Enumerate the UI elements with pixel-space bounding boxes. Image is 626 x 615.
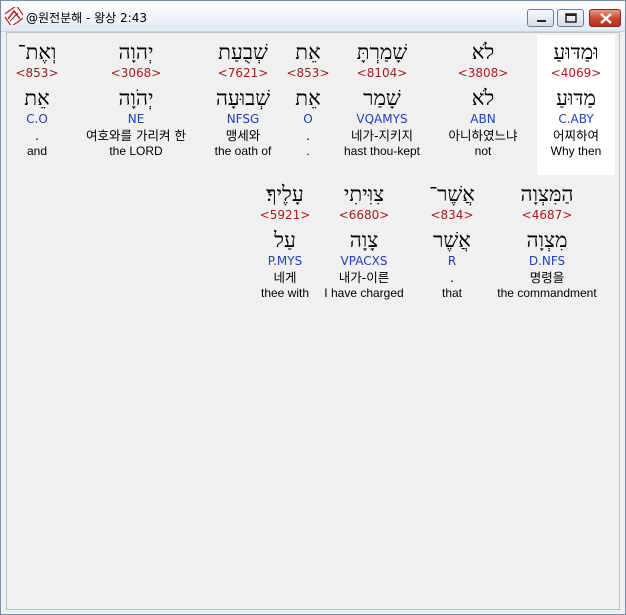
english-gloss: Why then xyxy=(550,144,602,158)
english-gloss: not xyxy=(474,144,492,158)
word-cell[interactable]: וּמַדּוּעַ <4069> מַדּוּעַ C.ABY 어찌하여 Wh… xyxy=(528,39,624,159)
strong-number[interactable]: <3808> xyxy=(435,66,531,81)
morph-code: D.NFS xyxy=(528,254,566,268)
strong-number[interactable]: <7621> xyxy=(195,66,291,81)
korean-gloss: 아니하였느냐 xyxy=(448,128,518,143)
english-gloss: and xyxy=(26,144,48,158)
maximize-button[interactable] xyxy=(557,9,584,27)
lemma: אֵת xyxy=(24,86,50,110)
lemma: שְׁבוּעָה xyxy=(215,86,271,110)
morph-code: R xyxy=(447,254,457,268)
word-cell[interactable]: יְהוָה <3068> יְהֹוָה NE 여호와를 가리켜 한 the … xyxy=(71,39,201,159)
lemma: אֲשֶׁר xyxy=(433,228,471,252)
korean-gloss: 네게 xyxy=(273,270,297,285)
morph-code: ABN xyxy=(470,112,496,126)
minimize-button[interactable] xyxy=(527,9,554,27)
english-gloss: the LORD xyxy=(109,144,163,158)
strong-number[interactable]: <853> xyxy=(7,66,67,81)
morph-code: NE xyxy=(127,112,145,126)
lemma: לֹא xyxy=(471,86,495,110)
lemma: עַל xyxy=(274,228,296,252)
strong-number[interactable]: <4687> xyxy=(486,208,608,223)
strong-number[interactable]: <5921> xyxy=(237,208,333,223)
english-gloss: thee with xyxy=(260,286,310,300)
word-cell[interactable]: עָלֶיךָ׃ <5921> עַל P.MYS 네게 thee with xyxy=(237,181,333,301)
hebrew-word: הַמִּצְוָה xyxy=(520,182,574,206)
lemma: מִצְוָה xyxy=(526,228,568,252)
close-icon xyxy=(600,13,612,24)
hebrew-word: לֹא xyxy=(471,40,495,64)
morph-code: P.MYS xyxy=(267,254,303,268)
minimize-icon xyxy=(537,20,546,22)
hebrew-word: יְהוָה xyxy=(118,40,154,64)
hebrew-word: שְׁבֻעַת xyxy=(218,40,268,64)
analysis-panel: וּמַדּוּעַ <4069> מַדּוּעַ C.ABY 어찌하여 Wh… xyxy=(6,32,620,610)
english-gloss: the oath of xyxy=(214,144,272,158)
app-window: @원전분해 - 왕상 2:43 וּמַדּוּעַ <4069> מַדּוּ… xyxy=(0,0,626,615)
word-cell[interactable]: אֲשֶׁר־ <834> אֲשֶׁר R . that xyxy=(404,181,500,301)
morph-code: C.ABY xyxy=(558,112,594,126)
maximize-icon xyxy=(565,13,577,23)
strong-number[interactable]: <4069> xyxy=(528,66,624,81)
hebrew-word: עָלֶיךָ׃ xyxy=(266,182,304,206)
title-bar[interactable]: @원전분해 - 왕상 2:43 xyxy=(1,1,625,32)
lemma: מַדּוּעַ xyxy=(556,86,596,110)
strong-number[interactable]: <3068> xyxy=(71,66,201,81)
close-button[interactable] xyxy=(589,9,621,27)
english-gloss: that xyxy=(441,286,462,300)
word-cell[interactable]: לֹא <3808> לֹא ABN 아니하였느냐 not xyxy=(435,39,531,159)
english-gloss: the commandment xyxy=(497,286,597,300)
morph-code: C.O xyxy=(26,112,48,126)
korean-gloss: 명령을 xyxy=(529,270,565,285)
korean-gloss: . xyxy=(450,270,454,285)
korean-gloss: 어찌하여 xyxy=(552,128,599,143)
hebrew-word: וּמַדּוּעַ xyxy=(553,40,599,64)
strong-number[interactable]: <834> xyxy=(404,208,500,223)
morph-code: NFSG xyxy=(226,112,260,126)
word-cell[interactable]: שְׁבֻעַת <7621> שְׁבוּעָה NFSG 맹세와 the o… xyxy=(195,39,291,159)
korean-gloss: 여호와를 가리켜 한 xyxy=(86,128,186,143)
window-title: @원전분해 - 왕상 2:43 xyxy=(26,11,147,25)
word-cell[interactable]: וְאֶת־ <853> אֵת C.O . and xyxy=(7,39,67,159)
lemma: יְהֹוָה xyxy=(118,86,154,110)
hebrew-word: וְאֶת־ xyxy=(17,40,57,64)
hebrew-word: אֲשֶׁר־ xyxy=(429,182,475,206)
korean-gloss: 맹세와 xyxy=(225,128,261,143)
word-cell[interactable]: הַמִּצְוָה <4687> מִצְוָה D.NFS 명령을 the … xyxy=(486,181,608,301)
app-icon xyxy=(5,7,23,25)
korean-gloss: . xyxy=(35,128,39,143)
